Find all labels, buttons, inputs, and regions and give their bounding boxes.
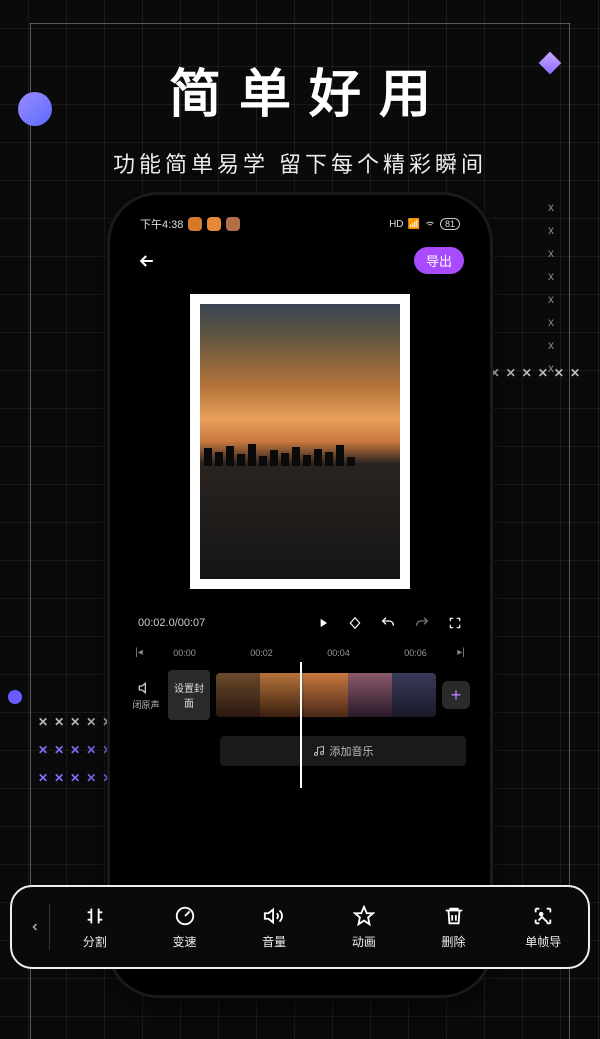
export-button[interactable]: 导出 bbox=[414, 247, 464, 274]
phone-mockup: 下午4:38 HD 📶 81 导出 bbox=[110, 195, 490, 995]
clip-thumbnail[interactable] bbox=[348, 673, 392, 717]
time-current: 00:02.0 bbox=[138, 617, 175, 629]
tool-speed[interactable]: 变速 bbox=[140, 905, 230, 950]
time-total: 00:07 bbox=[178, 617, 206, 629]
redo-button[interactable] bbox=[414, 615, 430, 631]
status-time: 下午4:38 bbox=[140, 216, 183, 232]
add-music-label: 添加音乐 bbox=[330, 743, 374, 759]
tool-volume[interactable]: 音量 bbox=[229, 905, 319, 950]
status-bar: 下午4:38 HD 📶 81 bbox=[120, 211, 480, 237]
clip-thumbnail[interactable] bbox=[216, 673, 260, 717]
fullscreen-button[interactable] bbox=[448, 616, 462, 630]
decorative-dot bbox=[8, 690, 22, 704]
status-chip-icon bbox=[188, 217, 202, 231]
trash-icon bbox=[443, 905, 465, 927]
ruler-tick: 00:06 bbox=[377, 648, 454, 658]
star-icon bbox=[353, 905, 375, 927]
clip-thumbnail[interactable] bbox=[260, 673, 304, 717]
decorative-x-row: ✕✕✕✕✕ bbox=[38, 771, 112, 785]
set-cover-button[interactable]: 设置封面 bbox=[168, 670, 210, 720]
status-chip-icon bbox=[207, 217, 221, 231]
tool-delete[interactable]: 删除 bbox=[409, 905, 499, 950]
page-subtitle: 功能简单易学 留下每个精彩瞬间 bbox=[0, 147, 600, 179]
decorative-x-row: ✕✕✕✕✕✕ bbox=[490, 366, 580, 380]
hd-indicator: HD bbox=[389, 219, 403, 230]
ruler-tick: 00:02 bbox=[223, 648, 300, 658]
add-clip-button[interactable]: + bbox=[442, 681, 470, 709]
decorative-x-column: xxxxxxxx bbox=[548, 200, 554, 375]
undo-button[interactable] bbox=[380, 615, 396, 631]
tool-label: 动画 bbox=[352, 933, 376, 950]
timeline-ruler[interactable]: |◂ 00:00 00:02 00:04 00:06 ▸| bbox=[120, 641, 480, 664]
keyframe-button[interactable] bbox=[348, 616, 362, 630]
add-music-button[interactable]: 添加音乐 bbox=[220, 736, 466, 766]
edit-toolbar: 分割 变速 音量 动画 删除 单帧导 bbox=[10, 885, 590, 969]
tool-label: 删除 bbox=[442, 933, 466, 950]
page-title: 简单好用 bbox=[0, 52, 600, 127]
tool-label: 音量 bbox=[262, 933, 286, 950]
ruler-tick: 00:04 bbox=[300, 648, 377, 658]
battery-indicator: 81 bbox=[440, 218, 460, 230]
toolbar-back-button[interactable] bbox=[20, 904, 50, 950]
decorative-x-row: ✕✕✕✕✕ bbox=[38, 743, 112, 757]
play-button[interactable] bbox=[316, 616, 330, 630]
tool-split[interactable]: 分割 bbox=[50, 905, 140, 950]
volume-icon bbox=[263, 905, 285, 927]
mute-original-button[interactable]: 闭原声 bbox=[130, 680, 162, 711]
music-note-icon bbox=[313, 745, 325, 757]
tool-animation[interactable]: 动画 bbox=[319, 905, 409, 950]
back-button[interactable] bbox=[136, 250, 158, 272]
split-icon bbox=[84, 905, 106, 927]
mute-label: 闭原声 bbox=[132, 700, 159, 710]
clip-thumbnail[interactable] bbox=[304, 673, 348, 717]
status-chip-icon bbox=[226, 217, 240, 231]
timeline[interactable]: 闭原声 设置封面 7.1s + bbox=[120, 664, 480, 726]
tool-frame-export[interactable]: 单帧导 bbox=[498, 905, 588, 950]
signal-icon: 📶 bbox=[408, 219, 420, 230]
ruler-next-icon[interactable]: ▸| bbox=[454, 647, 468, 658]
playhead[interactable] bbox=[300, 662, 302, 788]
ruler-prev-icon[interactable]: |◂ bbox=[132, 647, 146, 658]
tool-label: 分割 bbox=[83, 933, 107, 950]
wifi-icon bbox=[424, 217, 436, 232]
decorative-x-row: ✕✕✕✕✕ bbox=[38, 715, 112, 729]
tool-label: 变速 bbox=[173, 933, 197, 950]
ruler-tick: 00:00 bbox=[146, 648, 223, 658]
frame-export-icon bbox=[532, 905, 554, 927]
tool-label: 单帧导 bbox=[525, 933, 561, 950]
speed-icon bbox=[174, 905, 196, 927]
clip-thumbnail[interactable] bbox=[392, 673, 436, 717]
video-preview[interactable] bbox=[190, 294, 410, 589]
preview-image bbox=[200, 304, 400, 579]
